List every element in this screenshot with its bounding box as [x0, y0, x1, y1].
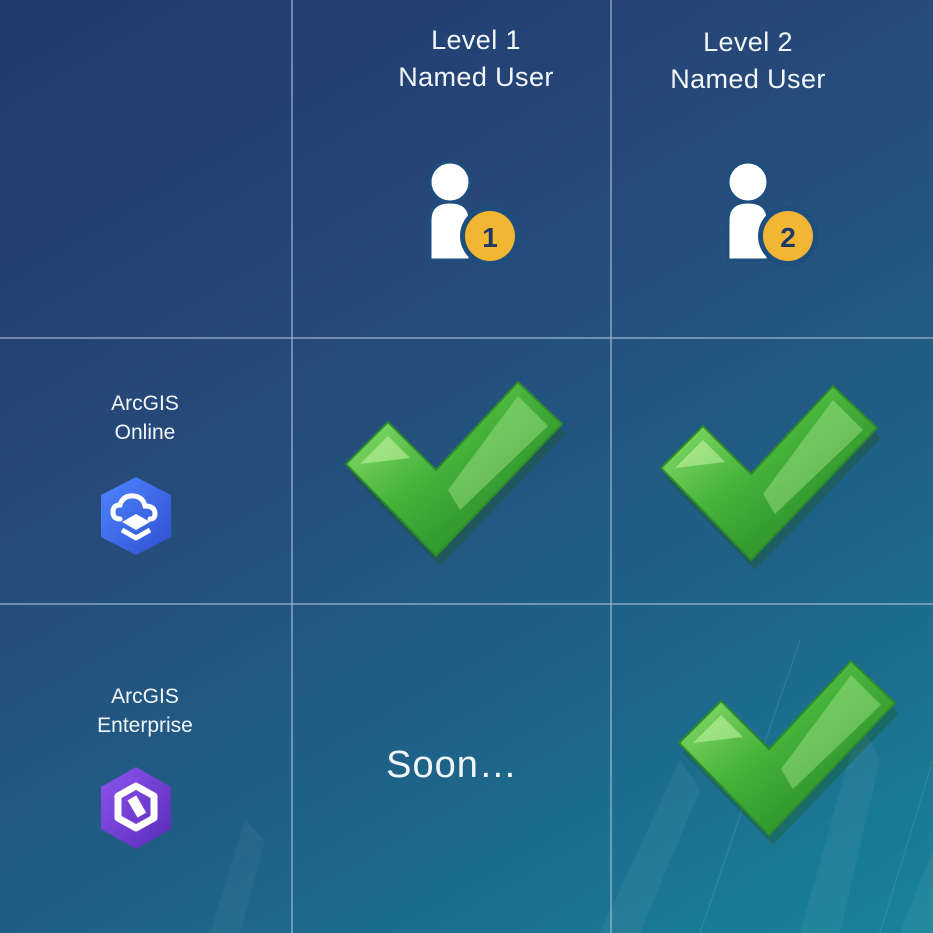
- check-icon-online-level-1: [344, 380, 566, 566]
- grid-divider-vertical-2: [610, 0, 612, 933]
- grid-divider-vertical-1: [291, 0, 293, 933]
- check-icon-online-level-2: [659, 384, 881, 570]
- row-header-arcgis-enterprise: ArcGIS Enterprise: [60, 682, 230, 740]
- column-header-level-1-text: Level 1 Named User: [378, 22, 574, 96]
- column-header-level-1-line2: Named User: [398, 62, 554, 92]
- row-header-arcgis-online: ArcGIS Online: [60, 389, 230, 447]
- badge-number-2: 2: [780, 222, 796, 253]
- soon-label: Soon…: [386, 744, 518, 786]
- arcgis-enterprise-icon: [101, 767, 171, 849]
- check-icon-enterprise-level-2: [677, 659, 899, 845]
- badge-number-1: 1: [482, 222, 498, 253]
- row-header-arcgis-online-line1: ArcGIS: [111, 392, 179, 415]
- arcgis-online-icon: [101, 477, 171, 555]
- column-header-level-1-line1: Level 1: [431, 25, 521, 55]
- column-header-level-2-text: Level 2 Named User: [650, 24, 846, 98]
- row-header-arcgis-online-line2: Online: [114, 421, 176, 444]
- grid-divider-horizontal-1: [0, 337, 933, 339]
- column-header-level-2-line2: Named User: [670, 64, 826, 94]
- column-header-level-2-line1: Level 2: [703, 27, 793, 57]
- named-user-level-1-icon: 1: [428, 160, 520, 266]
- named-user-level-2-icon: 2: [726, 160, 818, 266]
- row-header-arcgis-enterprise-line2: Enterprise: [97, 714, 193, 737]
- row-header-arcgis-enterprise-line1: ArcGIS: [111, 685, 179, 708]
- grid-divider-horizontal-2: [0, 603, 933, 605]
